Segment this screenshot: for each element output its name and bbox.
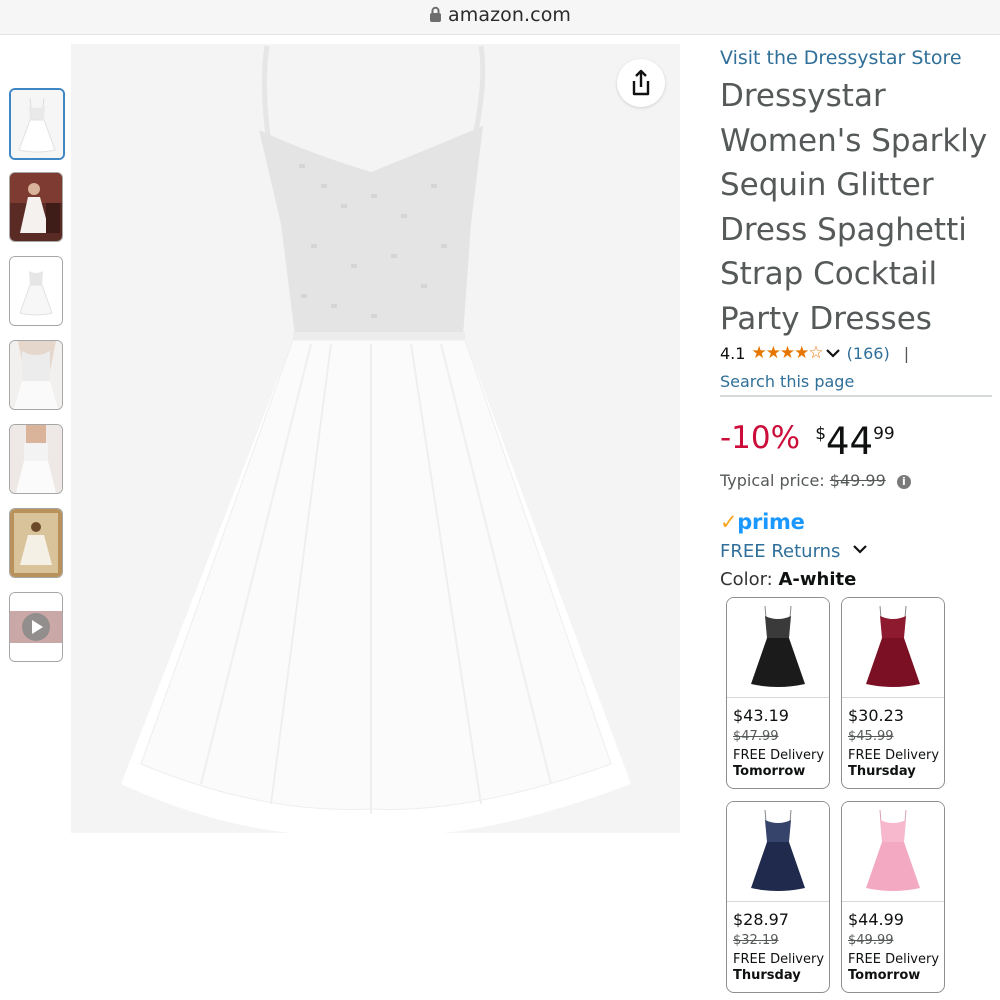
navy-dress-image [727, 802, 829, 900]
rating-row: 4.1 ★★★★☆ (166) | [720, 343, 909, 363]
url-display[interactable]: amazon.com [0, 4, 1000, 26]
burgundy-dress-image [842, 598, 944, 696]
swatch-delivery-day: Tomorrow [848, 968, 921, 983]
title-line: Dress Spaghetti [720, 211, 967, 248]
typical-price-value: $49.99 [829, 471, 886, 490]
swatch-price: $28.97 [733, 910, 789, 929]
title-line: Women's Sparkly [720, 122, 988, 159]
thumbnail-2[interactable] [9, 172, 63, 242]
swatch-old-price: $47.99 [733, 729, 779, 744]
review-count-link[interactable]: (166) [847, 344, 890, 363]
title-line: Strap Cocktail [720, 256, 938, 293]
thumbnail-6[interactable] [9, 508, 63, 578]
title-line: Party Dresses [720, 300, 932, 337]
share-button[interactable] [617, 59, 665, 107]
model-photo-thumbnail [10, 173, 62, 241]
prime-label: prime [737, 510, 805, 534]
browser-url-bar[interactable]: amazon.com [0, 0, 1000, 35]
swatch-image [727, 802, 829, 900]
share-icon [632, 69, 650, 96]
title-line: Dressystar [720, 78, 886, 114]
main-product-image[interactable] [71, 44, 680, 836]
white-sequin-dress-image [71, 44, 680, 836]
thumbnail-5[interactable] [9, 424, 63, 494]
discount-percentage: -10% [720, 420, 801, 456]
color-swatch-pink[interactable]: $44.99 $49.99 FREE Delivery Tomorrow [841, 801, 945, 993]
price-block: -10% $4499 [720, 420, 895, 463]
color-swatch-burgundy[interactable]: $30.23 $45.99 FREE Delivery Thursday [841, 597, 945, 789]
dress-back-thumbnail [10, 425, 62, 493]
swatch-delivery: FREE Delivery [848, 748, 940, 763]
section-divider [720, 395, 992, 397]
free-returns-label: FREE Returns [720, 541, 841, 562]
mirror-selfie-thumbnail [10, 509, 62, 577]
lock-icon [429, 6, 441, 22]
dress-closeup-thumbnail [10, 341, 62, 409]
pink-dress-image [842, 802, 944, 900]
swatch-delivery-day: Thursday [848, 764, 916, 779]
current-price: $4499 [815, 420, 895, 463]
price-whole: 44 [826, 420, 874, 463]
swatch-delivery: FREE Delivery [733, 748, 825, 763]
swatch-image [727, 598, 829, 696]
white-dress-thumbnail [11, 90, 63, 158]
chevron-down-icon [853, 545, 867, 554]
swatch-delivery: FREE Delivery [848, 952, 940, 967]
swatch-image [842, 802, 944, 900]
separator: | [903, 343, 910, 363]
store-link[interactable]: Visit the Dressystar Store [720, 47, 962, 69]
search-this-page-link[interactable]: Search this page [720, 372, 854, 391]
swatch-delivery-day: Thursday [733, 968, 801, 983]
chevron-down-icon[interactable] [825, 347, 841, 359]
thumbnail-3[interactable] [9, 256, 63, 326]
thumbnail-1[interactable] [9, 88, 65, 160]
typical-price-label: Typical price: [720, 471, 825, 490]
color-label: Color: [720, 569, 773, 590]
video-thumbnail [10, 593, 62, 661]
price-fraction: 99 [873, 424, 895, 444]
swatch-delivery-day: Tomorrow [733, 764, 806, 779]
price-symbol: $ [815, 424, 827, 444]
swatch-divider [842, 697, 944, 698]
swatch-image [842, 598, 944, 696]
swatch-price: $30.23 [848, 706, 904, 725]
swatch-divider [842, 901, 944, 902]
prime-badge[interactable]: ✓prime [720, 510, 805, 534]
color-swatch-black[interactable]: $43.19 $47.99 FREE Delivery Tomorrow [726, 597, 830, 789]
prime-check-icon: ✓ [720, 510, 738, 534]
color-swatch-navy[interactable]: $28.97 $32.19 FREE Delivery Thursday [726, 801, 830, 993]
black-dress-image [727, 598, 829, 696]
swatch-price: $43.19 [733, 706, 789, 725]
free-returns-dropdown[interactable]: FREE Returns [720, 541, 868, 562]
rating-value: 4.1 [720, 343, 746, 363]
swatch-divider [727, 697, 829, 698]
swatch-price: $44.99 [848, 910, 904, 929]
url-text: amazon.com [447, 4, 572, 26]
swatch-old-price: $32.19 [733, 933, 779, 948]
thumbnail-video[interactable] [9, 592, 63, 662]
star-rating[interactable]: ★★★★☆ [751, 343, 823, 363]
swatch-old-price: $49.99 [848, 933, 894, 948]
white-dress-thumbnail [10, 257, 62, 325]
thumbnail-4[interactable] [9, 340, 63, 410]
title-line: Sequin Glitter [720, 167, 934, 204]
info-icon[interactable]: i [896, 475, 911, 489]
color-value: A-white [778, 569, 857, 590]
swatch-delivery: FREE Delivery [733, 952, 825, 967]
color-selection-label: Color: A-white [720, 569, 856, 590]
product-title: Dressystar Women's Sparkly Sequin Glitte… [720, 74, 995, 342]
typical-price-row: Typical price: $49.99 i [720, 471, 911, 490]
swatch-divider [727, 901, 829, 902]
swatch-old-price: $45.99 [848, 729, 894, 744]
